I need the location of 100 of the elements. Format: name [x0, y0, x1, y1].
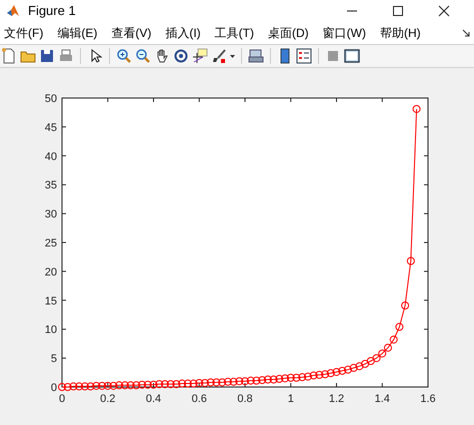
data-point-marker	[120, 381, 129, 390]
menu-item[interactable]: 桌面(D)	[268, 24, 309, 42]
data-point-marker	[310, 371, 318, 380]
data-point-marker	[412, 104, 421, 113]
brush-icon[interactable]	[211, 48, 227, 64]
y-tick-label: 10	[44, 324, 57, 336]
data-point-marker	[298, 373, 306, 382]
close-icon[interactable]	[438, 5, 450, 17]
data-point-marker	[144, 380, 152, 389]
x-tick-label: 1.2	[328, 393, 344, 405]
new-file-icon[interactable]	[1, 48, 17, 64]
data-point-marker	[252, 376, 260, 385]
app-logo-icon	[6, 4, 20, 18]
data-point-marker	[224, 378, 232, 386]
printer-icon[interactable]	[58, 48, 74, 64]
data-point-marker	[326, 369, 335, 378]
data-point-marker	[184, 380, 192, 388]
menu-item[interactable]: 查看(V)	[111, 24, 152, 42]
data-point-marker	[401, 302, 410, 310]
data-point-marker	[206, 378, 215, 386]
data-point-marker	[115, 381, 124, 390]
y-tick-label: 45	[44, 122, 57, 134]
data-point-marker	[190, 380, 198, 388]
print-preview-icon[interactable]	[248, 48, 264, 64]
data-point-marker	[344, 366, 352, 374]
zoom-out-icon[interactable]	[135, 48, 151, 64]
save-icon[interactable]	[39, 48, 55, 64]
data-point-marker	[200, 378, 209, 387]
data-point-marker	[104, 382, 112, 390]
menu-item[interactable]: 帮助(H)	[380, 24, 421, 42]
x-tick-label: 0	[58, 393, 66, 405]
data-point-marker	[270, 375, 278, 384]
data-point-marker	[384, 344, 392, 352]
data-point-marker	[395, 322, 404, 331]
data-point-marker	[275, 374, 284, 383]
y-tick-label: 15	[44, 295, 57, 308]
y-tick-label: 20	[44, 266, 57, 278]
data-point-marker	[406, 257, 415, 265]
maximize-icon[interactable]	[392, 5, 404, 17]
data-point-marker	[172, 380, 180, 388]
data-point-marker	[286, 374, 295, 382]
data-point-marker	[355, 362, 364, 370]
zoom-in-icon[interactable]	[116, 48, 132, 64]
data-point-marker	[378, 349, 386, 358]
x-tick-label: 0.6	[192, 393, 207, 405]
data-point-marker	[160, 380, 169, 388]
data-point-marker	[75, 382, 84, 390]
x-tick-label: 1.6	[420, 393, 436, 405]
data-point-marker	[212, 378, 220, 386]
data-point-marker	[98, 382, 106, 390]
y-tick-label: 35	[44, 180, 57, 192]
data-point-marker	[315, 370, 324, 379]
data-point-marker	[69, 382, 78, 390]
data-point-marker	[281, 374, 290, 382]
data-point-marker	[230, 378, 238, 386]
menu-item[interactable]: 插入(I)	[165, 24, 201, 42]
expand-arrow-icon[interactable]	[462, 29, 470, 37]
data-point-marker	[218, 378, 226, 386]
data-point-marker	[264, 375, 272, 384]
data-point-marker	[350, 364, 358, 372]
y-tick-label: 50	[44, 93, 57, 105]
window-frame-icon[interactable]	[344, 48, 360, 64]
legend-icon[interactable]	[296, 48, 312, 64]
data-point-marker	[246, 376, 255, 385]
menu-item[interactable]: 窗口(W)	[322, 24, 366, 42]
x-tick-label: 1	[288, 393, 294, 405]
data-point-marker	[235, 377, 244, 386]
menu-item[interactable]: 编辑(E)	[57, 24, 98, 42]
data-point-marker	[126, 381, 135, 390]
y-tick-label: 40	[44, 150, 57, 163]
data-point-marker	[132, 381, 140, 390]
data-point-marker	[321, 370, 330, 378]
window-title: Figure 1	[28, 2, 76, 20]
x-tick-label: 0.8	[237, 393, 253, 405]
data-point-marker	[372, 354, 381, 362]
x-tick-label: 0.2	[100, 393, 116, 405]
data-point-marker	[292, 374, 300, 382]
rotate-icon[interactable]	[173, 48, 189, 64]
x-tick-label: 1.4	[374, 393, 390, 405]
data-point-marker	[361, 360, 370, 368]
data-point-marker	[155, 380, 164, 388]
y-tick-label: 0	[50, 382, 57, 394]
data-point-marker	[166, 380, 175, 388]
y-tick-label: 5	[50, 353, 57, 366]
data-cursor-icon[interactable]	[192, 48, 208, 64]
data-point-marker	[304, 372, 312, 381]
data-point-marker	[338, 366, 346, 375]
y-tick-label: 25	[44, 238, 57, 250]
data-point-marker	[195, 378, 204, 387]
menu-item[interactable]: 文件(F)	[4, 24, 44, 42]
data-point-marker	[138, 380, 146, 389]
data-point-marker	[92, 382, 100, 390]
data-point-marker	[178, 380, 186, 388]
y-tick-label: 30	[44, 208, 57, 221]
data-point-marker	[86, 382, 95, 390]
data-point-marker	[390, 336, 398, 344]
menu-item[interactable]: 工具(T)	[214, 24, 254, 42]
data-point-marker	[80, 382, 89, 390]
data-point-marker	[258, 376, 266, 384]
x-tick-label: 0.4	[146, 393, 162, 405]
